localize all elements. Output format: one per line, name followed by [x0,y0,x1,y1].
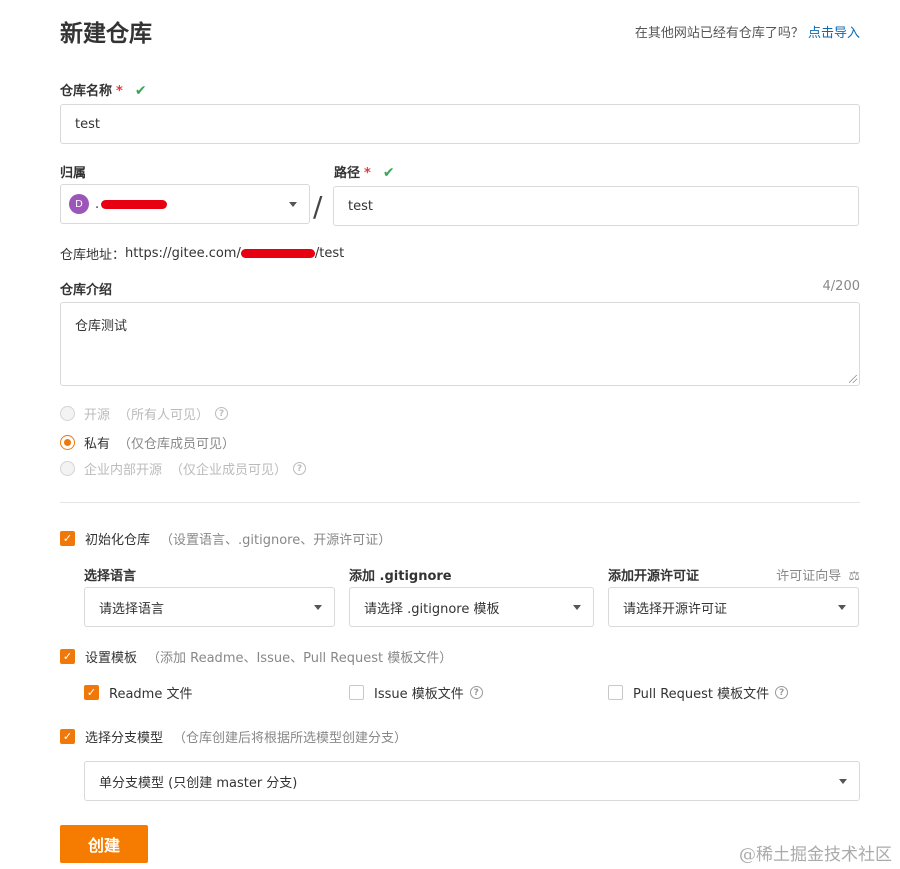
issue-template-checkbox-row[interactable]: Issue 模板文件 ? [349,683,483,702]
gitignore-select[interactable]: 请选择 .gitignore 模板 [349,587,594,627]
checkbox-unchecked-icon[interactable] [608,685,623,700]
address-label: 仓库地址： [60,248,126,263]
radio-enterprise-internal[interactable]: 企业内部开源 （仅企业成员可见） ? [60,459,307,478]
description-textarea[interactable]: 仓库测试 [60,302,860,386]
radio-note: （仅仓库成员可见） [118,437,236,452]
owner-select[interactable]: D . [60,184,310,224]
redacted-url-segment [240,249,315,258]
path-label: 路径 * ✔ [334,162,395,181]
license-select[interactable]: 请选择开源许可证 [608,587,859,627]
radio-note: （仅企业成员可见） [170,463,288,478]
chevron-down-icon [573,605,581,610]
checkbox-checked-icon[interactable]: ✓ [84,685,99,700]
branch-model-checkbox-row[interactable]: ✓ 选择分支模型 （仓库创建后将根据所选模型创建分支） [60,727,407,746]
readme-checkbox-row[interactable]: ✓ Readme 文件 [84,683,192,702]
gitignore-label: 添加 .gitignore [349,569,452,584]
required-mark: * [116,84,123,99]
checkbox-checked-icon[interactable]: ✓ [60,649,75,664]
radio-label: 企业内部开源 [84,463,163,478]
templates-label: 设置模板 [85,651,138,666]
chevron-down-icon [289,202,297,207]
radio-private[interactable]: 私有 （仅仓库成员可见） [60,433,235,452]
license-placeholder: 请选择开源许可证 [623,601,728,617]
redacted-owner-name [101,199,168,209]
radio-label: 开源 [84,408,111,423]
import-hint-text: 在其他网站已经有仓库了吗？ [634,26,804,41]
pr-template-label: Pull Request 模板文件 [633,687,770,702]
pr-template-checkbox-row[interactable]: Pull Request 模板文件 ? [608,683,789,702]
page-title: 新建仓库 [60,21,152,47]
resize-handle[interactable] [849,375,857,383]
repo-address: 仓库地址： https://gitee.com/ /test [60,244,344,263]
license-guide-link[interactable]: 许可证向导 ⚖ [776,565,860,584]
path-separator: / [313,190,323,223]
templates-checkbox-row[interactable]: ✓ 设置模板 （添加 Readme、Issue、Pull Request 模板文… [60,647,452,666]
branch-model-label: 选择分支模型 [85,731,164,746]
radio-button[interactable] [60,461,75,476]
address-url-suffix: /test [314,246,345,261]
chevron-down-icon [838,605,846,610]
chevron-down-icon [314,605,322,610]
help-icon[interactable]: ? [775,686,789,699]
language-label: 选择语言 [84,569,137,584]
language-select[interactable]: 请选择语言 [84,587,335,627]
license-label: 添加开源许可证 [608,569,700,584]
radio-label: 私有 [84,437,111,452]
required-mark: * [364,166,371,181]
help-icon[interactable]: ? [293,462,307,475]
init-repo-note: （设置语言、.gitignore、开源许可证） [160,533,392,548]
help-icon[interactable]: ? [469,686,483,699]
language-placeholder: 请选择语言 [99,601,165,617]
repo-name-input[interactable]: test [60,104,860,144]
repo-name-label: 仓库名称 * ✔ [60,80,147,99]
init-repo-checkbox-row[interactable]: ✓ 初始化仓库 （设置语言、.gitignore、开源许可证） [60,529,391,548]
checkbox-checked-icon[interactable]: ✓ [60,729,75,744]
description-label: 仓库介绍 [60,283,113,298]
path-value: test [348,198,373,214]
checkbox-checked-icon[interactable]: ✓ [60,531,75,546]
branch-model-note: （仓库创建后将根据所选模型创建分支） [173,731,408,746]
valid-check-icon: ✔ [134,83,147,99]
issue-template-label: Issue 模板文件 [374,687,464,702]
divider [60,502,860,503]
repo-name-label-text: 仓库名称 [60,84,113,99]
description-counter: 4/200 [822,279,860,294]
path-input[interactable]: test [333,186,859,226]
valid-check-icon: ✔ [382,165,395,181]
create-button[interactable]: 创建 [60,825,148,863]
radio-note: （所有人可见） [118,408,210,423]
license-guide-text: 许可证向导 [776,569,842,584]
watermark: @稀土掘金技术社区 [739,845,892,865]
gitignore-placeholder: 请选择 .gitignore 模板 [364,601,500,617]
readme-label: Readme 文件 [109,687,193,702]
templates-note: （添加 Readme、Issue、Pull Request 模板文件） [147,651,453,666]
radio-button[interactable] [60,406,75,421]
address-url-prefix: https://gitee.com/ [125,246,241,261]
scale-icon: ⚖ [848,569,860,584]
init-repo-label: 初始化仓库 [85,533,151,548]
repo-name-value: test [75,116,100,132]
import-link[interactable]: 点击导入 [808,26,860,41]
help-icon[interactable]: ? [215,407,229,420]
branch-model-selected: 单分支模型 (只创建 master 分支) [99,775,298,791]
owner-label: 归属 [60,166,87,181]
chevron-down-icon [839,779,847,784]
path-label-text: 路径 [334,166,361,181]
radio-open-source[interactable]: 开源 （所有人可见） ? [60,404,229,423]
description-value: 仓库测试 [75,319,128,334]
branch-model-select[interactable]: 单分支模型 (只创建 master 分支) [84,761,860,801]
radio-button[interactable] [60,435,75,450]
checkbox-unchecked-icon[interactable] [349,685,364,700]
import-hint: 在其他网站已经有仓库了吗？ 点击导入 [635,22,860,41]
avatar: D [69,194,89,214]
owner-visible-prefix: . [95,196,100,212]
